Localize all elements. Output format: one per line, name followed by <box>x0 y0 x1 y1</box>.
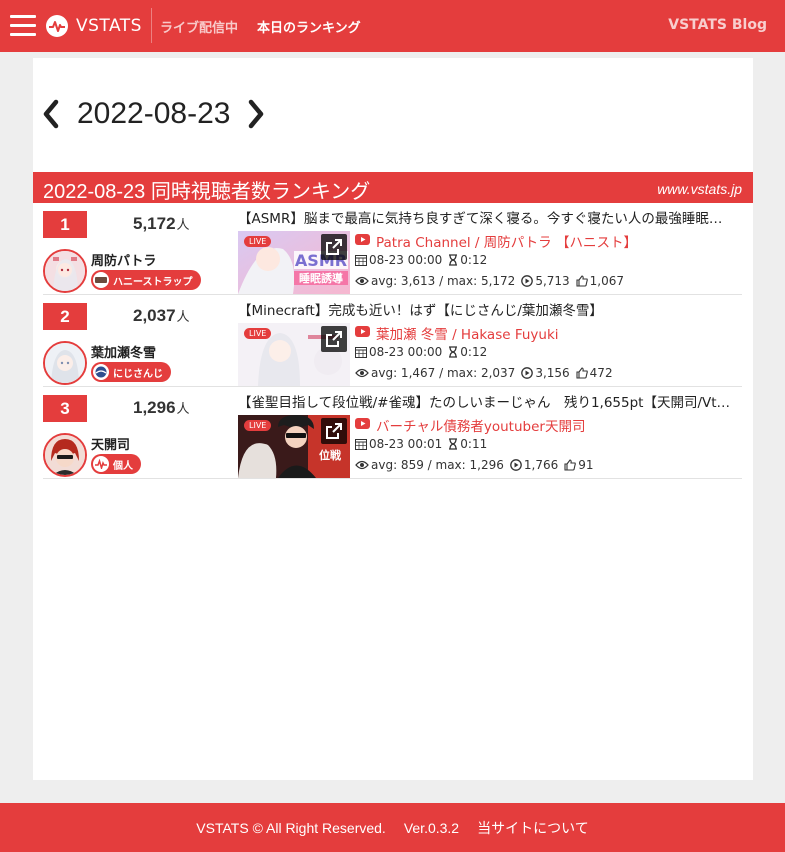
main-panel: 2022-08-23 2022-08-23 同時視聴者数ランキング www.vs… <box>33 58 753 780</box>
footer-version: Ver.0.3.2 <box>403 819 460 836</box>
external-link-icon[interactable] <box>321 234 347 260</box>
brand-link[interactable]: VSTATS <box>46 13 142 39</box>
video-title[interactable]: 【Minecraft】完成も近い！はず【にじさんじ/葉加瀬冬雪】 <box>238 299 734 319</box>
nav-blog-link[interactable]: VSTATS Blog <box>668 17 767 33</box>
nav-live-link[interactable]: ライブ配信中 <box>160 17 238 36</box>
rank-badge: 1 <box>43 211 87 238</box>
menu-icon[interactable] <box>10 13 36 37</box>
footer-copyright: VSTATS © All Right Reserved. <box>196 819 386 836</box>
calendar-icon <box>355 254 367 266</box>
channel-name[interactable]: 周防パトラ <box>91 250 156 269</box>
svg-text:位戦: 位戦 <box>319 448 342 462</box>
pulse-icon <box>46 15 68 37</box>
brand-name: VSTATS <box>76 16 142 36</box>
viewer-count: 1,296人 <box>133 398 190 417</box>
svg-text:睡眠誘導: 睡眠誘導 <box>299 271 343 285</box>
ranking-row: 2 2,037人 葉加瀬冬雪 にじさんじ 【Minecraft】完成も近い！はず… <box>43 295 742 387</box>
external-link-icon[interactable] <box>321 418 347 444</box>
footer: VSTATS © All Right Reserved. Ver.0.3.2 当… <box>0 803 785 852</box>
youtube-icon <box>355 233 370 249</box>
group-badge[interactable]: にじさんじ <box>91 362 171 382</box>
live-tag: LIVE <box>244 328 272 339</box>
stream-stats: avg: 3,613 / max: 5,172 5,713 1,067 <box>355 274 624 288</box>
viewer-count: 5,172人 <box>133 214 190 233</box>
eye-icon <box>355 460 369 470</box>
current-date: 2022-08-23 <box>77 97 231 130</box>
hourglass-icon <box>448 346 458 358</box>
thumbs-up-icon <box>564 459 577 471</box>
channel-link[interactable]: 葉加瀬 冬雪 / Hakase Fuyuki <box>355 323 559 343</box>
hourglass-icon <box>448 438 458 450</box>
play-circle-icon <box>521 367 534 379</box>
chevron-left-icon[interactable] <box>33 92 69 136</box>
channel-name[interactable]: 葉加瀬冬雪 <box>91 342 156 361</box>
viewer-count: 2,037人 <box>133 306 190 325</box>
avatar[interactable] <box>43 249 87 293</box>
stream-stats: avg: 859 / max: 1,296 1,766 91 <box>355 458 594 472</box>
group-badge[interactable]: ハニーストラップ <box>91 270 201 290</box>
youtube-icon <box>355 325 370 341</box>
thumbs-up-icon <box>576 275 588 287</box>
channel-link[interactable]: Patra Channel / 周防パトラ 【ハニスト】 <box>355 231 637 251</box>
play-circle-icon <box>510 459 522 471</box>
rank-badge: 2 <box>43 303 87 330</box>
avatar[interactable] <box>43 341 87 385</box>
video-title[interactable]: 【ASMR】脳まで最高に気持ち良すぎて深く寝る。今すぐ寝たい人の最強睡眠誘導… <box>238 207 734 227</box>
stream-stats: avg: 1,467 / max: 2,037 3,156 472 <box>355 366 613 380</box>
stream-meta: 08-23 00:00 0:12 <box>355 345 487 359</box>
date-navigation: 2022-08-23 <box>33 92 274 136</box>
video-thumbnail[interactable]: LIVE <box>238 323 350 386</box>
chevron-right-icon[interactable] <box>238 92 274 136</box>
stream-meta: 08-23 00:00 0:12 <box>355 253 487 267</box>
ranking-row: 1 5,172人 周防パトラ ハニーストラップ 【ASMR】脳まで最高に気持ち良… <box>43 203 742 295</box>
calendar-icon <box>355 346 367 358</box>
group-logo-icon <box>93 364 109 380</box>
rank-badge: 3 <box>43 395 87 422</box>
external-link-icon[interactable] <box>321 326 347 352</box>
nav-divider <box>151 8 152 43</box>
ranking-row: 3 1,296人 天開司 個人 【雀聖目指して段位戦/#雀魂】たのしいまーじゃん… <box>43 387 742 479</box>
youtube-icon <box>355 417 370 433</box>
video-thumbnail[interactable]: ASMR 睡眠誘導 LIVE <box>238 231 350 294</box>
play-circle-icon <box>521 275 534 287</box>
site-url: www.vstats.jp <box>657 181 742 197</box>
calendar-icon <box>355 438 367 450</box>
hourglass-icon <box>448 254 458 266</box>
footer-about-link[interactable]: 当サイトについて <box>477 818 589 838</box>
video-title[interactable]: 【雀聖目指して段位戦/#雀魂】たのしいまーじゃん 残り1,655pt【天開司/V… <box>238 391 734 411</box>
thumbs-up-icon <box>576 367 588 379</box>
group-logo-icon <box>93 272 109 288</box>
eye-icon <box>355 276 369 286</box>
live-tag: LIVE <box>244 420 272 431</box>
ranking-header: 2022-08-23 同時視聴者数ランキング www.vstats.jp <box>33 172 753 203</box>
eye-icon <box>355 368 369 378</box>
pulse-icon <box>93 456 109 472</box>
channel-name[interactable]: 天開司 <box>91 434 130 453</box>
ranking-title: 2022-08-23 同時視聴者数ランキング <box>43 181 371 203</box>
group-badge[interactable]: 個人 <box>91 454 141 474</box>
live-tag: LIVE <box>244 236 272 247</box>
top-navbar: VSTATS ライブ配信中 本日のランキング VSTATS Blog <box>0 0 785 52</box>
stream-meta: 08-23 00:01 0:11 <box>355 437 487 451</box>
nav-ranking-link[interactable]: 本日のランキング <box>257 17 361 36</box>
video-thumbnail[interactable]: 位戦 LIVE <box>238 415 350 478</box>
avatar[interactable] <box>43 433 87 477</box>
channel-link[interactable]: バーチャル債務者youtuber天開司 <box>355 415 585 435</box>
